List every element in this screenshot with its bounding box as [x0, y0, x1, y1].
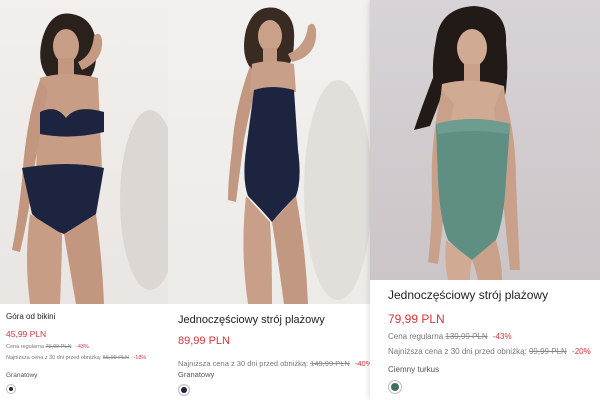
regular-price-label: Cena regularna: [388, 332, 444, 341]
color-swatch-teal[interactable]: [388, 380, 402, 394]
regular-price-label: Cena regularna: [6, 344, 44, 350]
product-title[interactable]: Jednoczęściowy strój plażowy: [178, 314, 360, 326]
lowest-discount: -40%: [354, 359, 370, 368]
product-title[interactable]: Góra od bikini: [6, 312, 162, 321]
product-photo[interactable]: [0, 0, 168, 304]
product-price: 79,99 PLN: [388, 312, 445, 326]
lowest-price-line: Najniższa cena z 30 dni przed obniżką: 1…: [178, 359, 370, 368]
product-price: 45,99 PLN: [6, 329, 47, 339]
product-info: Jednoczęściowy strój plażowy 89,99 PLN N…: [168, 304, 370, 378]
regular-price-value: 139,99 PLN: [445, 332, 488, 341]
lowest-price-line: Najniższa cena z 30 dni przed obniżką: 5…: [6, 355, 162, 361]
model-image: [414, 6, 520, 280]
product-info: Góra od bikini 45,99 PLN Cena regularna …: [0, 304, 168, 369]
product-card-swimsuit-navy[interactable]: Jednoczęściowy strój plażowy 89,99 PLN N…: [168, 0, 370, 400]
color-name: Granatowy: [178, 370, 215, 379]
product-price: 89,99 PLN: [178, 335, 230, 347]
product-card-swimsuit-teal[interactable]: Jednoczęściowy strój plażowy 79,99 PLN C…: [370, 0, 600, 400]
lowest-price-value: 99,99 PLN: [528, 347, 567, 356]
lowest-price-line: Najniższa cena z 30 dni przed obniżką: 9…: [388, 347, 591, 356]
color-name: Granatowy: [6, 372, 38, 379]
regular-price-line: Cena regularna 79,99 PLN -43%: [6, 344, 162, 350]
product-photo[interactable]: [168, 0, 370, 304]
lowest-price-label: Najniższa cena z 30 dni przed obniżką:: [6, 355, 102, 361]
regular-discount: -43%: [75, 344, 89, 350]
lowest-price-value: 149,99 PLN: [310, 359, 350, 368]
lowest-discount: -18%: [133, 355, 147, 361]
color-swatch-navy[interactable]: [178, 384, 190, 396]
product-photo[interactable]: [370, 0, 600, 280]
regular-discount: -43%: [492, 332, 512, 341]
lowest-discount: -20%: [572, 347, 591, 356]
model-image: [228, 7, 370, 304]
regular-price-line: Cena regularna 139,99 PLN -43%: [388, 332, 582, 341]
color-swatch-navy[interactable]: [6, 384, 16, 394]
model-image: [12, 13, 168, 304]
regular-price-value: 79,99 PLN: [45, 344, 72, 350]
product-info: Jednoczęściowy strój plażowy 79,99 PLN C…: [370, 280, 600, 364]
lowest-price-value: 55,99 PLN: [102, 355, 129, 361]
product-card-bikini-top[interactable]: Góra od bikini 45,99 PLN Cena regularna …: [0, 0, 168, 400]
lowest-price-label: Najniższa cena z 30 dni przed obniżką:: [388, 347, 527, 356]
color-name: Ciemny turkus: [388, 365, 440, 374]
product-title[interactable]: Jednoczęściowy strój plażowy: [388, 288, 582, 302]
lowest-price-label: Najniższa cena z 30 dni przed obniżką:: [178, 359, 309, 368]
